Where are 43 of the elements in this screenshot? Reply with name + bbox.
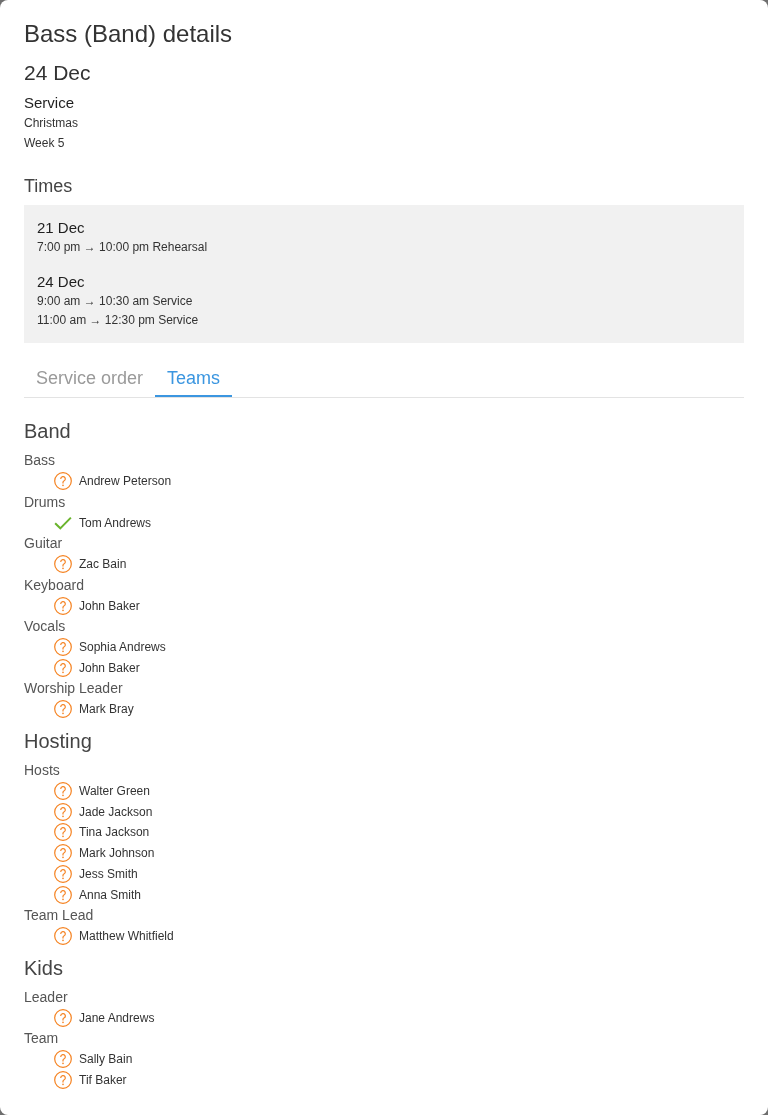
- member-name: Sophia Andrews: [79, 639, 166, 656]
- member-name: Tif Baker: [79, 1071, 127, 1088]
- role-label: Leader: [24, 987, 68, 1007]
- event-week: Week 5: [24, 135, 66, 152]
- member-name: Jade Jackson: [79, 803, 153, 820]
- role-label: Team Lead: [24, 906, 94, 925]
- role-label: Keyboard: [24, 575, 84, 595]
- tab[interactable]: Service order: [24, 363, 156, 397]
- member-name: Mark Johnson: [79, 845, 155, 862]
- member-name: John Baker: [79, 659, 140, 676]
- times-heading: Times: [24, 175, 74, 198]
- event-type: Service: [24, 93, 76, 113]
- team-heading: Hosting: [24, 728, 93, 754]
- member-name: Matthew Whitfield: [79, 928, 174, 945]
- time-slot: 7:00 pm → 10:00 pm Rehearsal: [37, 238, 208, 257]
- member-name: John Baker: [79, 597, 140, 614]
- member-name: Tina Jackson: [79, 824, 150, 841]
- team-heading: Band: [24, 419, 72, 444]
- role-label: Hosts: [24, 760, 60, 780]
- role-label: Drums: [24, 492, 66, 512]
- time-slot: 9:00 am → 10:30 am Service: [37, 292, 193, 311]
- member-name: Jane Andrews: [79, 1009, 155, 1026]
- role-label: Team: [24, 1029, 59, 1048]
- member-name: Walter Green: [79, 782, 150, 799]
- event-name: Christmas: [24, 115, 79, 132]
- member-name: Jess Smith: [79, 865, 138, 882]
- member-name: Zac Bain: [79, 556, 127, 573]
- role-label: Bass: [24, 451, 56, 470]
- member-name: Mark Bray: [79, 701, 134, 718]
- role-label: Vocals: [24, 617, 66, 636]
- member-name: Tom Andrews: [79, 514, 152, 531]
- day-date: 24 Dec: [37, 272, 85, 292]
- member-name: Andrew Peterson: [79, 473, 172, 490]
- team-heading: Kids: [24, 955, 64, 981]
- role-label: Guitar: [24, 534, 63, 553]
- member-name: Anna Smith: [79, 886, 142, 903]
- date-heading: 24 Dec: [24, 60, 92, 86]
- tab[interactable]: Teams: [155, 363, 233, 397]
- dialog-title: Bass (Band) details: [24, 19, 234, 49]
- time-slot: 11:00 am → 12:30 pm Service: [37, 311, 199, 330]
- role-label: Worship Leader: [24, 679, 123, 699]
- day-date: 21 Dec: [37, 218, 85, 238]
- member-name: Sally Bain: [79, 1051, 133, 1068]
